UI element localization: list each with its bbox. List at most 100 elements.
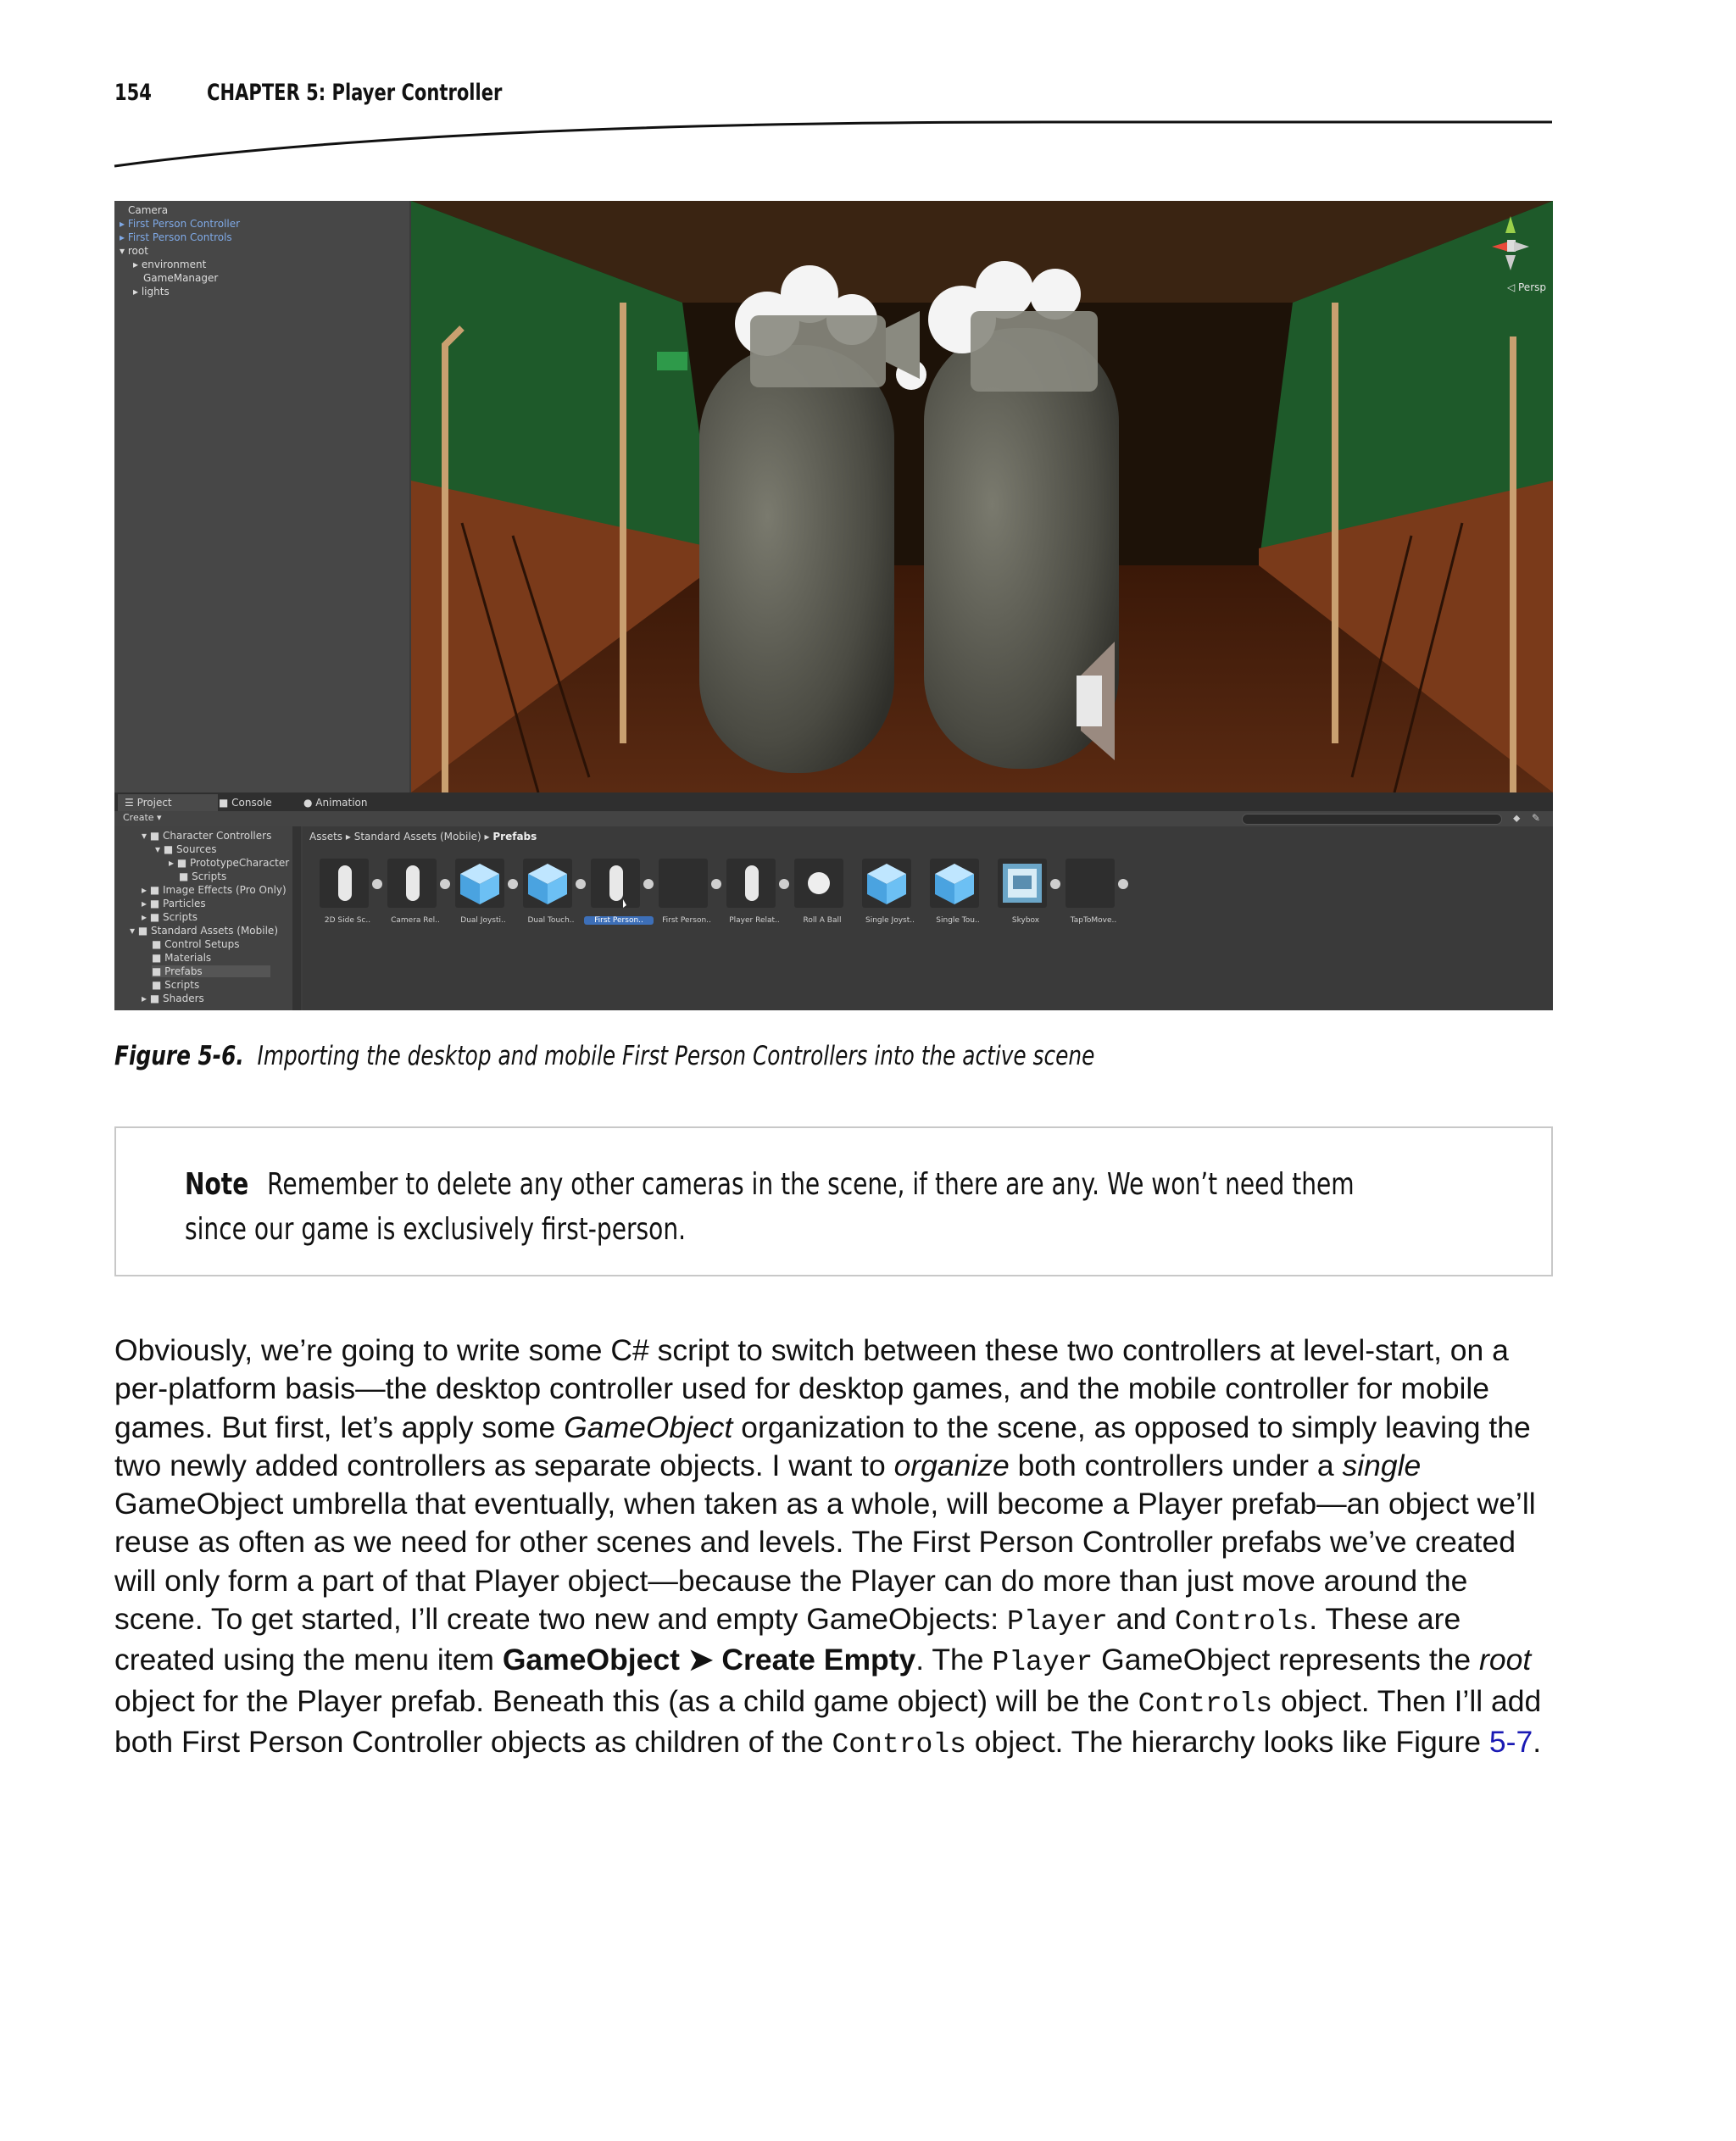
- tag-icon[interactable]: ⬥: [1513, 812, 1520, 825]
- capsule-thumbnail: [591, 859, 640, 908]
- note-box: Note Remember to delete any other cameras…: [114, 1126, 1553, 1276]
- asset-item[interactable]: Player Relat..: [723, 859, 789, 935]
- tree-item[interactable]: ▸ ■ Image Effects (Pro Only): [142, 884, 287, 896]
- tree-scrollbar[interactable]: [292, 826, 301, 1010]
- hierarchy-item[interactable]: GameManager: [143, 272, 218, 284]
- header-rule: [114, 120, 1552, 168]
- page-number: 154: [114, 80, 152, 106]
- asset-item[interactable]: Skybox: [994, 859, 1060, 935]
- tree-item[interactable]: ■ Scripts: [179, 870, 226, 882]
- asset-item[interactable]: First Person..: [655, 859, 721, 935]
- tree-item[interactable]: ▸ ■ Shaders: [142, 993, 204, 1004]
- cube-thumbnail: [862, 859, 911, 908]
- prefab-dot-icon: [508, 879, 518, 889]
- asset-breadcrumb: Assets ▸ Standard Assets (Mobile) ▸ Pref…: [309, 831, 537, 842]
- tree-item[interactable]: ■ Scripts: [152, 979, 199, 991]
- note-label: Note: [185, 1167, 249, 1202]
- scene-view-label: ◁ Persp: [1506, 281, 1546, 293]
- asset-label: Dual Touch..: [527, 916, 575, 925]
- tab-console[interactable]: ■ Console: [212, 794, 303, 811]
- asset-label: First Person..: [584, 916, 654, 925]
- asset-item[interactable]: Camera Rel..: [384, 859, 450, 935]
- asset-item[interactable]: Single Tou..: [926, 859, 993, 935]
- tree-item[interactable]: ▾ ■ Standard Assets (Mobile): [130, 925, 278, 937]
- code-controls: Controls: [832, 1728, 966, 1760]
- star-icon[interactable]: ✎: [1532, 812, 1540, 824]
- asset-label: Dual Joysti..: [460, 916, 506, 925]
- empty-thumbnail: [659, 859, 708, 908]
- scene-render: [411, 201, 1553, 793]
- prefab-dot-icon: [576, 879, 586, 889]
- hierarchy-item[interactable]: ▸ First Person Controls: [120, 231, 232, 243]
- project-tree: ▾ ■ Character Controllers ▾ ■ Sources ▸ …: [114, 826, 292, 1010]
- cube-thumbnail: [523, 859, 572, 908]
- hierarchy-item[interactable]: ▾ root: [120, 245, 148, 257]
- asset-item-selected[interactable]: First Person..: [584, 859, 654, 935]
- prefab-dot-icon: [643, 879, 654, 889]
- tree-item[interactable]: ▾ ■ Character Controllers: [142, 830, 271, 842]
- scene-gizmo-icon[interactable]: [1485, 209, 1536, 277]
- tab-animation[interactable]: ● Animation: [297, 794, 397, 811]
- tree-item[interactable]: ▸ ■ Particles: [142, 898, 206, 909]
- asset-browser: Assets ▸ Standard Assets (Mobile) ▸ Pref…: [303, 826, 1553, 1010]
- capsule-thumbnail: [726, 859, 776, 908]
- capsule-thumbnail: [320, 859, 369, 908]
- empty-thumbnail: [1066, 859, 1115, 908]
- prefab-dot-icon: [1050, 879, 1060, 889]
- asset-label: Camera Rel..: [391, 916, 440, 925]
- asset-item[interactable]: TapToMove..: [1062, 859, 1128, 935]
- body-paragraph: Obviously, we’re going to write some C# …: [114, 1333, 1542, 1760]
- panel-tabbar: ☰ Project ■ Console ● Animation: [114, 792, 1553, 811]
- note-text: Note Remember to delete any other cameras…: [185, 1162, 1422, 1252]
- code-controls: Controls: [1138, 1688, 1273, 1720]
- capsule-thumbnail: [387, 859, 437, 908]
- figure-label: Figure 5-6.: [114, 1041, 244, 1071]
- asset-label: Player Relat..: [729, 916, 780, 925]
- prefab-dot-icon: [779, 879, 789, 889]
- note-body: Remember to delete any other cameras in …: [185, 1167, 1355, 1247]
- tree-item[interactable]: ■ Materials: [152, 952, 211, 964]
- asset-item[interactable]: Roll A Ball: [791, 859, 857, 935]
- tree-item-selected[interactable]: ■ Prefabs: [152, 965, 270, 977]
- hierarchy-item[interactable]: ▸ environment: [133, 259, 206, 270]
- figure-link[interactable]: 5-7: [1489, 1725, 1533, 1759]
- hierarchy-item[interactable]: Camera: [128, 204, 168, 216]
- hierarchy-item[interactable]: ▸ lights: [133, 286, 170, 298]
- menu-path: GameObject ➤ Create Empty: [502, 1643, 916, 1677]
- sphere-thumbnail: [794, 859, 843, 908]
- asset-label: Skybox: [1011, 916, 1040, 925]
- create-button[interactable]: Create ▾: [123, 812, 162, 823]
- asset-item[interactable]: Dual Joysti..: [452, 859, 518, 935]
- hierarchy-item[interactable]: ▸ First Person Controller: [120, 218, 240, 230]
- prefab-dot-icon: [440, 879, 450, 889]
- asset-label: First Person..: [662, 916, 711, 925]
- asset-label: 2D Side Sc..: [324, 916, 371, 925]
- project-toolbar: Create ▾ ⬥ ✎: [114, 811, 1553, 826]
- hierarchy-panel: Camera ▸ First Person Controller ▸ First…: [114, 201, 409, 792]
- asset-label: Single Joyst..: [865, 916, 915, 925]
- asset-label: Roll A Ball: [803, 916, 842, 925]
- skybox-thumbnail: [998, 859, 1047, 908]
- code-player: Player: [1007, 1606, 1108, 1638]
- scene-view[interactable]: ◁ Persp: [411, 201, 1553, 793]
- asset-label: TapToMove..: [1070, 916, 1117, 925]
- figure-caption: Figure 5-6. Importing the desktop and mo…: [114, 1041, 1094, 1071]
- asset-item[interactable]: 2D Side Sc..: [316, 859, 382, 935]
- project-panel: ☰ Project ■ Console ● Animation Create ▾…: [114, 792, 1553, 1010]
- figure-screenshot: Camera ▸ First Person Controller ▸ First…: [114, 201, 1553, 1010]
- asset-item[interactable]: Dual Touch..: [520, 859, 586, 935]
- asset-item[interactable]: Single Joyst..: [859, 859, 925, 935]
- tree-item[interactable]: ■ Control Setups: [152, 938, 240, 950]
- tab-project[interactable]: ☰ Project: [118, 794, 218, 811]
- code-controls: Controls: [1174, 1606, 1310, 1638]
- caption-text: Importing the desktop and mobile First P…: [257, 1041, 1095, 1071]
- prefab-dot-icon: [1118, 879, 1128, 889]
- tree-item[interactable]: ▾ ■ Sources: [155, 843, 216, 855]
- cube-thumbnail: [930, 859, 979, 908]
- tree-item[interactable]: ▸ ■ Scripts: [142, 911, 198, 923]
- cube-thumbnail: [455, 859, 504, 908]
- asset-search-input[interactable]: [1242, 814, 1502, 825]
- code-player: Player: [992, 1647, 1093, 1679]
- tree-item[interactable]: ▸ ■ PrototypeCharacter: [169, 857, 289, 869]
- chapter-title: CHAPTER 5: Player Controller: [207, 80, 503, 106]
